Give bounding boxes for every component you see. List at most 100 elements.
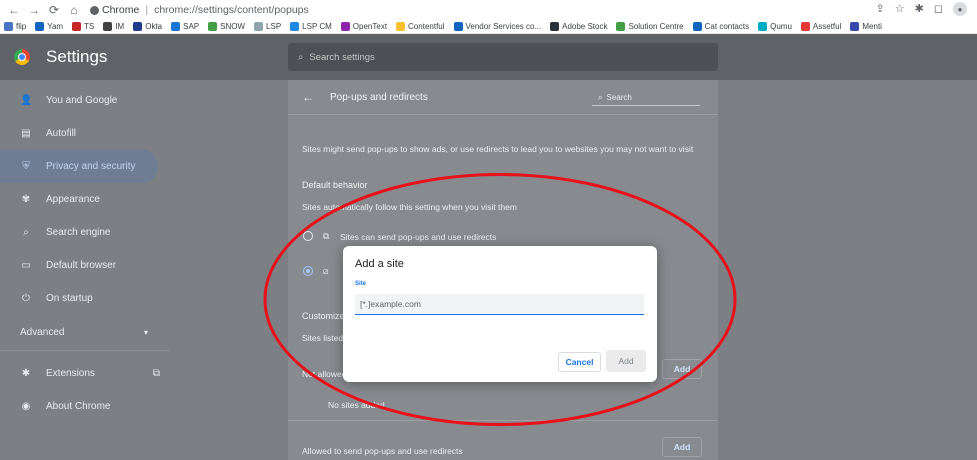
bookmark-favicon-icon: [35, 22, 45, 31]
bookmark-item[interactable]: Menti: [850, 22, 882, 31]
bookmark-item[interactable]: Okta: [133, 22, 162, 31]
bookmark-favicon-icon: [453, 22, 463, 31]
add-allowed-button[interactable]: Add: [662, 437, 702, 457]
bookmark-favicon-icon: [692, 22, 702, 31]
option-allow-label: Sites can send pop-ups and use redirects: [340, 232, 497, 242]
sidebar-item-default-browser[interactable]: ▭ Default browser: [0, 249, 170, 282]
bookmarks-bar: flip Yam TS IM Okta SAP SNOW LSP LSP CM OpenText C…: [0, 20, 977, 34]
bookmark-item[interactable]: Contentful: [396, 22, 445, 31]
bookmark-label: Cat contacts: [704, 22, 750, 31]
bookmark-favicon-icon: [800, 22, 810, 31]
cancel-button[interactable]: Cancel: [558, 352, 601, 372]
bookmark-item[interactable]: Assetful: [800, 22, 842, 31]
bookmark-label: SNOW: [220, 22, 246, 31]
bookmark-label: Vendor Services co...: [465, 22, 542, 31]
omnibox[interactable]: Chrome | chrome://settings/content/popup…: [90, 2, 309, 18]
site-field-label: Site: [355, 281, 367, 287]
reload-icon[interactable]: ⟳: [46, 2, 62, 18]
star-icon[interactable]: ☆: [895, 2, 905, 16]
sidebar-item-autofill[interactable]: ▤ Autofill: [0, 117, 170, 150]
back-arrow-icon[interactable]: ←: [302, 90, 314, 104]
settings-header: Settings ⌕ Search settings: [0, 34, 977, 80]
add-site-dialog: Add a site Site Cancel Add: [343, 246, 657, 382]
site-chip[interactable]: Chrome: [90, 4, 139, 16]
site-input[interactable]: [355, 294, 644, 315]
bookmark-label: Adobe Stock: [562, 22, 608, 31]
bookmark-favicon-icon: [616, 22, 626, 31]
bookmark-item[interactable]: IM: [103, 22, 124, 31]
browser-window-icon: ▭: [21, 260, 31, 271]
sidebar-item-label: On startup: [46, 293, 93, 304]
bookmark-item[interactable]: LSP: [254, 22, 281, 31]
bookmark-label: Yam: [47, 22, 64, 31]
sidebar-item-label: Privacy and security: [46, 161, 136, 172]
toolbar-right: ⇪ ☆ ✱ ◻ ●: [876, 2, 967, 16]
bookmark-item[interactable]: LSP CM: [290, 22, 332, 31]
forward-icon[interactable]: →: [26, 2, 42, 18]
bookmark-label: Okta: [145, 22, 163, 31]
sidebar-item-label: You and Google: [46, 95, 118, 106]
bookmark-item[interactable]: Cat contacts: [692, 22, 750, 31]
chrome-icon: ◉: [21, 401, 31, 412]
clipboard-icon: ▤: [21, 128, 31, 139]
home-icon[interactable]: ⌂: [66, 2, 82, 18]
sidebar-item-label: Search engine: [46, 227, 111, 238]
bookmark-item[interactable]: Adobe Stock: [550, 22, 607, 31]
sidebar-item-label: Default browser: [46, 260, 117, 271]
bookmark-item[interactable]: OpenText: [340, 22, 388, 31]
bookmark-item[interactable]: Vendor Services co...: [453, 22, 542, 31]
sidebar-item-you-and-google[interactable]: 👤 You and Google: [0, 84, 170, 117]
bookmark-item[interactable]: SAP: [171, 22, 199, 31]
bookmark-favicon-icon: [550, 22, 560, 31]
chevron-down-icon: ▾: [143, 328, 148, 337]
radio-block[interactable]: [303, 266, 313, 276]
omnibox-separator: |: [145, 4, 149, 16]
bookmark-item[interactable]: Solution Centre: [616, 22, 684, 31]
bookmark-favicon-icon: [758, 22, 768, 31]
add-button[interactable]: Add: [606, 350, 646, 372]
default-behavior-subtitle: Sites automatically follow this setting …: [302, 202, 517, 212]
search-icon: ⌕: [23, 227, 29, 238]
add-not-allowed-button[interactable]: Add: [662, 359, 702, 379]
bookmark-label: Contentful: [408, 22, 445, 31]
card-search-placeholder: Search: [606, 93, 632, 102]
bookmark-favicon-icon: [850, 22, 860, 31]
profile-avatar-icon[interactable]: ●: [953, 2, 967, 16]
divider: [288, 114, 718, 115]
sidebar-item-search-engine[interactable]: ⌕ Search engine: [0, 216, 170, 249]
side-panel-icon[interactable]: ◻: [934, 2, 943, 16]
sidebar-item-extensions[interactable]: ✱ Extensions ⧉: [0, 357, 170, 390]
sidebar-advanced[interactable]: Advanced ▾: [0, 315, 170, 351]
bookmark-favicon-icon: [133, 22, 143, 31]
site-chip-label: Chrome: [102, 4, 140, 16]
bookmark-label: OpenText: [352, 22, 388, 31]
search-placeholder: Search settings: [309, 51, 375, 63]
bookmark-item[interactable]: SNOW: [208, 22, 245, 31]
bookmark-favicon-icon: [171, 22, 181, 31]
bookmark-item[interactable]: Qumu: [758, 22, 792, 31]
bookmark-label: flip: [16, 22, 27, 31]
bookmark-favicon-icon: [72, 22, 82, 31]
sidebar-item-on-startup[interactable]: ⏻ On startup: [0, 282, 170, 315]
allowed-heading: Allowed to send pop-ups and use redirect…: [302, 446, 463, 456]
sidebar-item-label: Extensions: [46, 368, 95, 379]
sidebar-item-appearance[interactable]: ✾ Appearance: [0, 183, 170, 216]
bookmark-item[interactable]: Yam: [35, 22, 63, 31]
bookmark-item[interactable]: flip: [4, 22, 26, 31]
sidebar-item-about[interactable]: ◉ About Chrome: [0, 390, 170, 423]
share-icon[interactable]: ⇪: [876, 2, 885, 16]
bookmark-label: Assetful: [812, 22, 842, 31]
sidebar-item-label: Autofill: [46, 128, 77, 139]
card-search-input[interactable]: ⌕ Search: [592, 90, 700, 106]
extensions-puzzle-icon[interactable]: ✱: [915, 2, 924, 16]
bookmark-favicon-icon: [290, 22, 300, 31]
settings-search-input[interactable]: ⌕ Search settings: [288, 43, 718, 71]
back-icon[interactable]: ←: [6, 2, 22, 18]
block-icon: ⧄: [323, 266, 329, 276]
sidebar-item-privacy-and-security[interactable]: ⛨ Privacy and security: [0, 150, 158, 183]
address-bar-row: ← → ⟳ ⌂ Chrome | chrome://settings/conte…: [0, 0, 977, 20]
palette-icon: ✾: [21, 194, 31, 205]
bookmark-item[interactable]: TS: [72, 22, 94, 31]
url-text[interactable]: chrome://settings/content/popups: [154, 4, 309, 16]
radio-allow[interactable]: [303, 231, 313, 241]
